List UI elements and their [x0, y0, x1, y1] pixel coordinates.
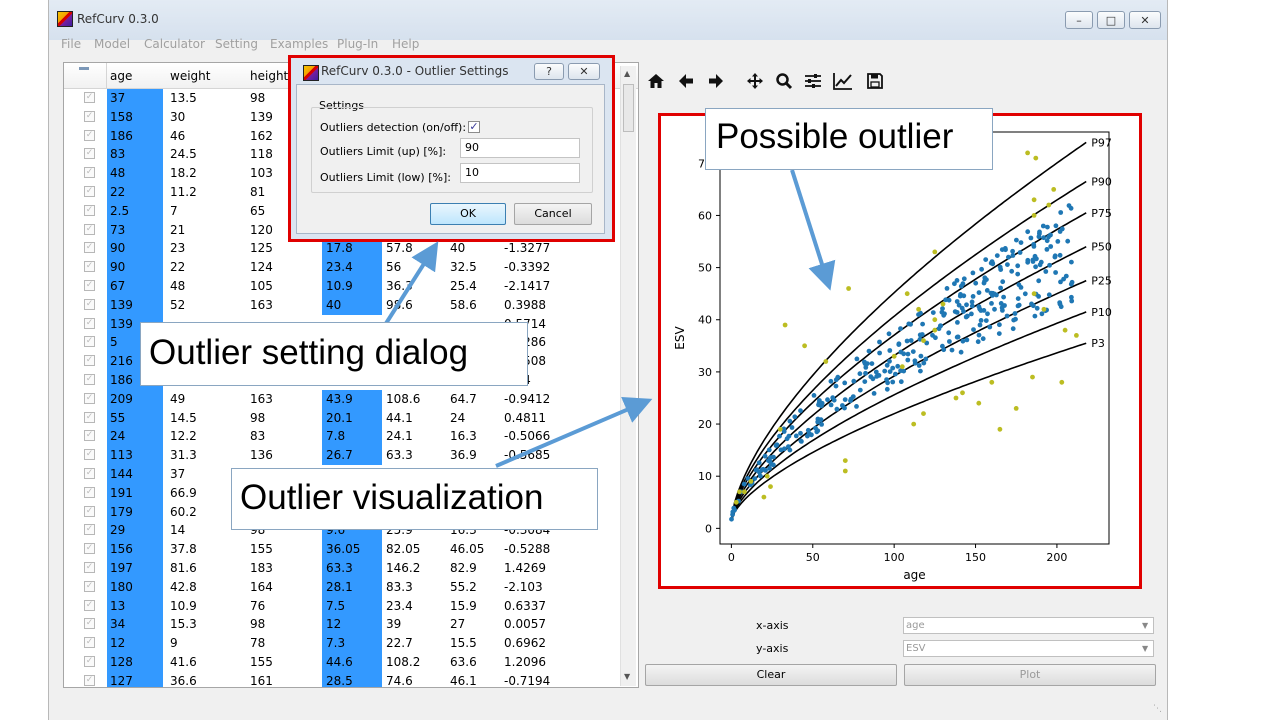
arrow-to-dialog: [383, 241, 439, 327]
visualization-callout: Outlier visualization: [231, 468, 598, 530]
possible-outlier-callout: Possible outlier: [705, 108, 993, 170]
dialog-callout: Outlier setting dialog: [140, 322, 528, 386]
arrow-to-plot: [495, 397, 653, 468]
arrow-to-outlier: [790, 169, 836, 291]
